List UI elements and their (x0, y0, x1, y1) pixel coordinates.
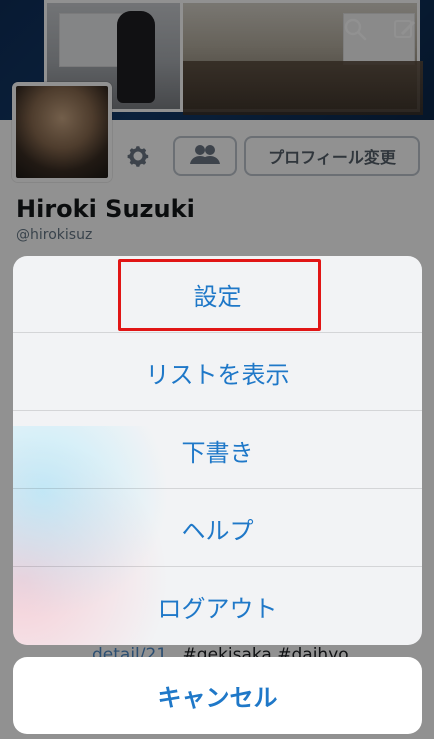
action-view-lists[interactable]: リストを表示 (13, 334, 422, 411)
action-logout[interactable]: ログアウト (13, 568, 422, 645)
cancel-button[interactable]: キャンセル (13, 657, 422, 734)
action-settings[interactable]: 設定 (13, 256, 422, 333)
action-sheet: 設定 リストを表示 下書き ヘルプ ログアウト (13, 256, 422, 645)
profile-page: プロフィール変更 Hiroki Suzuki @hirokisuz detail… (0, 0, 434, 739)
action-drafts[interactable]: 下書き (13, 412, 422, 489)
action-help[interactable]: ヘルプ (13, 490, 422, 567)
